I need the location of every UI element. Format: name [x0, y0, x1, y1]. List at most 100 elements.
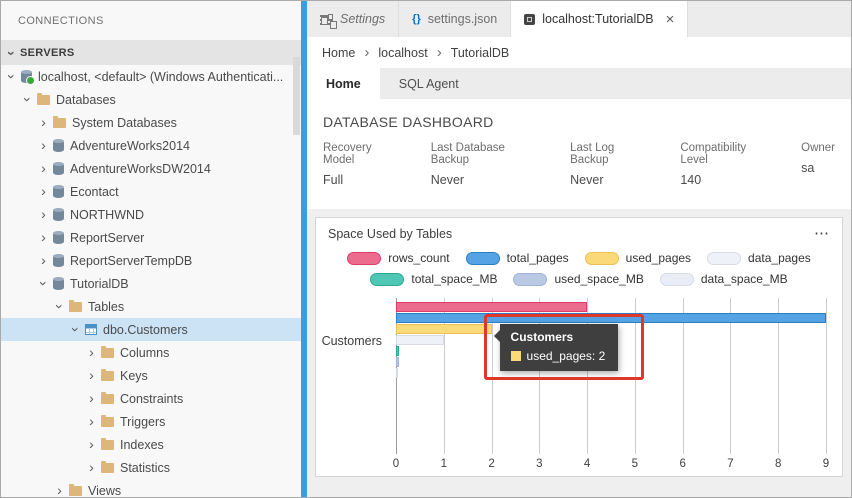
x-tick-label: 9	[822, 458, 830, 470]
bar-used_pages[interactable]	[396, 324, 492, 334]
folder-icon	[69, 483, 82, 496]
tree-item[interactable]: › dbo.Customers	[1, 318, 301, 341]
chevron-collapsed-icon[interactable]: ›	[85, 437, 98, 451]
bar-total_pages[interactable]	[396, 313, 826, 323]
tree-item[interactable]: › AdventureWorks2014	[1, 134, 301, 157]
tree-item[interactable]: › System Databases	[1, 111, 301, 134]
chevron-expanded-icon[interactable]: ›	[4, 70, 20, 83]
chevron-collapsed-icon[interactable]: ›	[37, 138, 50, 152]
tooltip-title: Customers	[510, 330, 574, 344]
chevron-collapsed-icon[interactable]: ›	[37, 253, 50, 267]
ellipsis-menu-icon[interactable]: ⋯	[814, 226, 830, 241]
bar-total_space_MB[interactable]	[396, 346, 400, 356]
chevron-expanded-icon[interactable]: ›	[20, 93, 36, 106]
property: Compatibility Level 140	[680, 142, 774, 187]
tab-settings[interactable]: Settings	[307, 1, 400, 37]
gridline	[826, 298, 827, 454]
property-value: Full	[323, 173, 344, 187]
bar-rows_count[interactable]	[396, 302, 588, 312]
tree-item[interactable]: › Keys	[1, 364, 301, 387]
breadcrumb-home[interactable]: Home	[322, 46, 355, 60]
database-icon	[53, 253, 64, 267]
legend-item-total_space_MB[interactable]: total_space_MB	[370, 272, 497, 286]
chevron-collapsed-icon[interactable]: ›	[37, 184, 50, 198]
tree-item[interactable]: › ReportServer	[1, 226, 301, 249]
chart-tooltip: Customers used_pages: 2	[493, 324, 618, 371]
sidebar-scrollbar[interactable]	[293, 57, 300, 135]
page-title: DATABASE DASHBOARD	[323, 114, 494, 130]
chevron-right-icon: ›	[436, 44, 442, 61]
bar-used_space_MB[interactable]	[396, 357, 399, 367]
chevron-collapsed-icon[interactable]: ›	[85, 345, 98, 359]
database-icon	[53, 230, 64, 244]
tree-item[interactable]: › TutorialDB	[1, 272, 301, 295]
connections-sidebar: CONNECTIONS › SERVERS › localhost, <defau…	[1, 1, 301, 497]
tab-localhost-tutorialdb[interactable]: localhost:TutorialDB ×	[511, 1, 689, 37]
chevron-collapsed-icon[interactable]: ›	[85, 460, 98, 474]
chevron-expanded-icon[interactable]: ›	[52, 300, 68, 313]
tree-item-label: AdventureWorksDW2014	[70, 161, 211, 176]
chevron-collapsed-icon[interactable]: ›	[85, 414, 98, 428]
chevron-collapsed-icon[interactable]: ›	[37, 230, 50, 244]
legend-swatch	[584, 251, 619, 265]
tree-item[interactable]: › Econtact	[1, 180, 301, 203]
tab-home[interactable]: Home	[307, 68, 380, 99]
widget-title: Space Used by Tables	[328, 226, 453, 241]
chevron-collapsed-icon[interactable]: ›	[37, 115, 50, 129]
tree-item[interactable]: › Tables	[1, 295, 301, 318]
tree-item[interactable]: › Constraints	[1, 387, 301, 410]
chevron-collapsed-icon[interactable]: ›	[85, 391, 98, 405]
property: Last Log Backup Never	[570, 142, 653, 187]
bar-data_space_MB[interactable]	[396, 368, 399, 378]
tree-item[interactable]: › Statistics	[1, 456, 301, 479]
breadcrumb-localhost[interactable]: localhost	[378, 46, 427, 60]
legend-swatch	[347, 251, 382, 265]
tree-item[interactable]: › Views	[1, 479, 301, 497]
tab-sql-agent[interactable]: SQL Agent	[380, 68, 478, 99]
database-icon	[53, 207, 64, 221]
legend-item-used_space_MB[interactable]: used_space_MB	[513, 272, 644, 286]
tree-item-label: dbo.Customers	[103, 322, 188, 337]
chevron-expanded-icon[interactable]: ›	[68, 323, 84, 336]
editor-tab-bar: Settings {} settings.json localhost:Tuto…	[307, 1, 851, 37]
property: Owner sa	[801, 142, 835, 187]
sidebar-title: CONNECTIONS	[1, 1, 301, 41]
legend-item-data_space_MB[interactable]: data_space_MB	[659, 272, 788, 286]
breadcrumb-tutorialdb[interactable]: TutorialDB	[451, 46, 510, 60]
close-icon[interactable]: ×	[666, 12, 675, 27]
tree-item[interactable]: › NORTHWND	[1, 203, 301, 226]
tree-item[interactable]: › ReportServerTempDB	[1, 249, 301, 272]
legend-item-used_pages[interactable]: used_pages	[584, 251, 691, 265]
legend-swatch	[370, 272, 405, 286]
widget-header: Space Used by Tables ⋯	[316, 218, 842, 245]
legend-item-rows_count[interactable]: rows_count	[347, 251, 450, 265]
tree-item[interactable]: › Triggers	[1, 410, 301, 433]
bar-data_pages[interactable]	[396, 335, 444, 345]
property-value: sa	[801, 161, 815, 175]
chevron-down-icon: ›	[4, 50, 20, 56]
database-icon	[53, 184, 64, 198]
editor-area: Settings {} settings.json localhost:Tuto…	[307, 1, 851, 497]
servers-section-header[interactable]: › SERVERS	[1, 41, 301, 65]
folder-icon	[101, 414, 114, 427]
tree-item[interactable]: › AdventureWorksDW2014	[1, 157, 301, 180]
chevron-collapsed-icon[interactable]: ›	[37, 161, 50, 175]
tree-item[interactable]: › Indexes	[1, 433, 301, 456]
tree-item-label: ReportServer	[70, 230, 145, 245]
chevron-collapsed-icon[interactable]: ›	[53, 483, 66, 497]
chevron-expanded-icon[interactable]: ›	[36, 277, 52, 290]
x-tick-label: 2	[488, 458, 495, 470]
chevron-collapsed-icon[interactable]: ›	[85, 368, 98, 382]
app-window: CONNECTIONS › SERVERS › localhost, <defau…	[0, 0, 852, 498]
tree-item[interactable]: › localhost, <default> (Windows Authentic…	[1, 65, 301, 88]
table-icon	[85, 324, 97, 335]
chevron-collapsed-icon[interactable]: ›	[37, 207, 50, 221]
tree-item[interactable]: › Columns	[1, 341, 301, 364]
tree-item-label: Statistics	[120, 460, 171, 475]
tree-item[interactable]: › Databases	[1, 88, 301, 111]
tooltip-value: used_pages: 2	[526, 349, 606, 363]
database-icon	[53, 276, 64, 290]
legend-item-data_pages[interactable]: data_pages	[707, 251, 811, 265]
tab-settings-json[interactable]: {} settings.json	[399, 1, 512, 37]
legend-item-total_pages[interactable]: total_pages	[465, 251, 569, 265]
